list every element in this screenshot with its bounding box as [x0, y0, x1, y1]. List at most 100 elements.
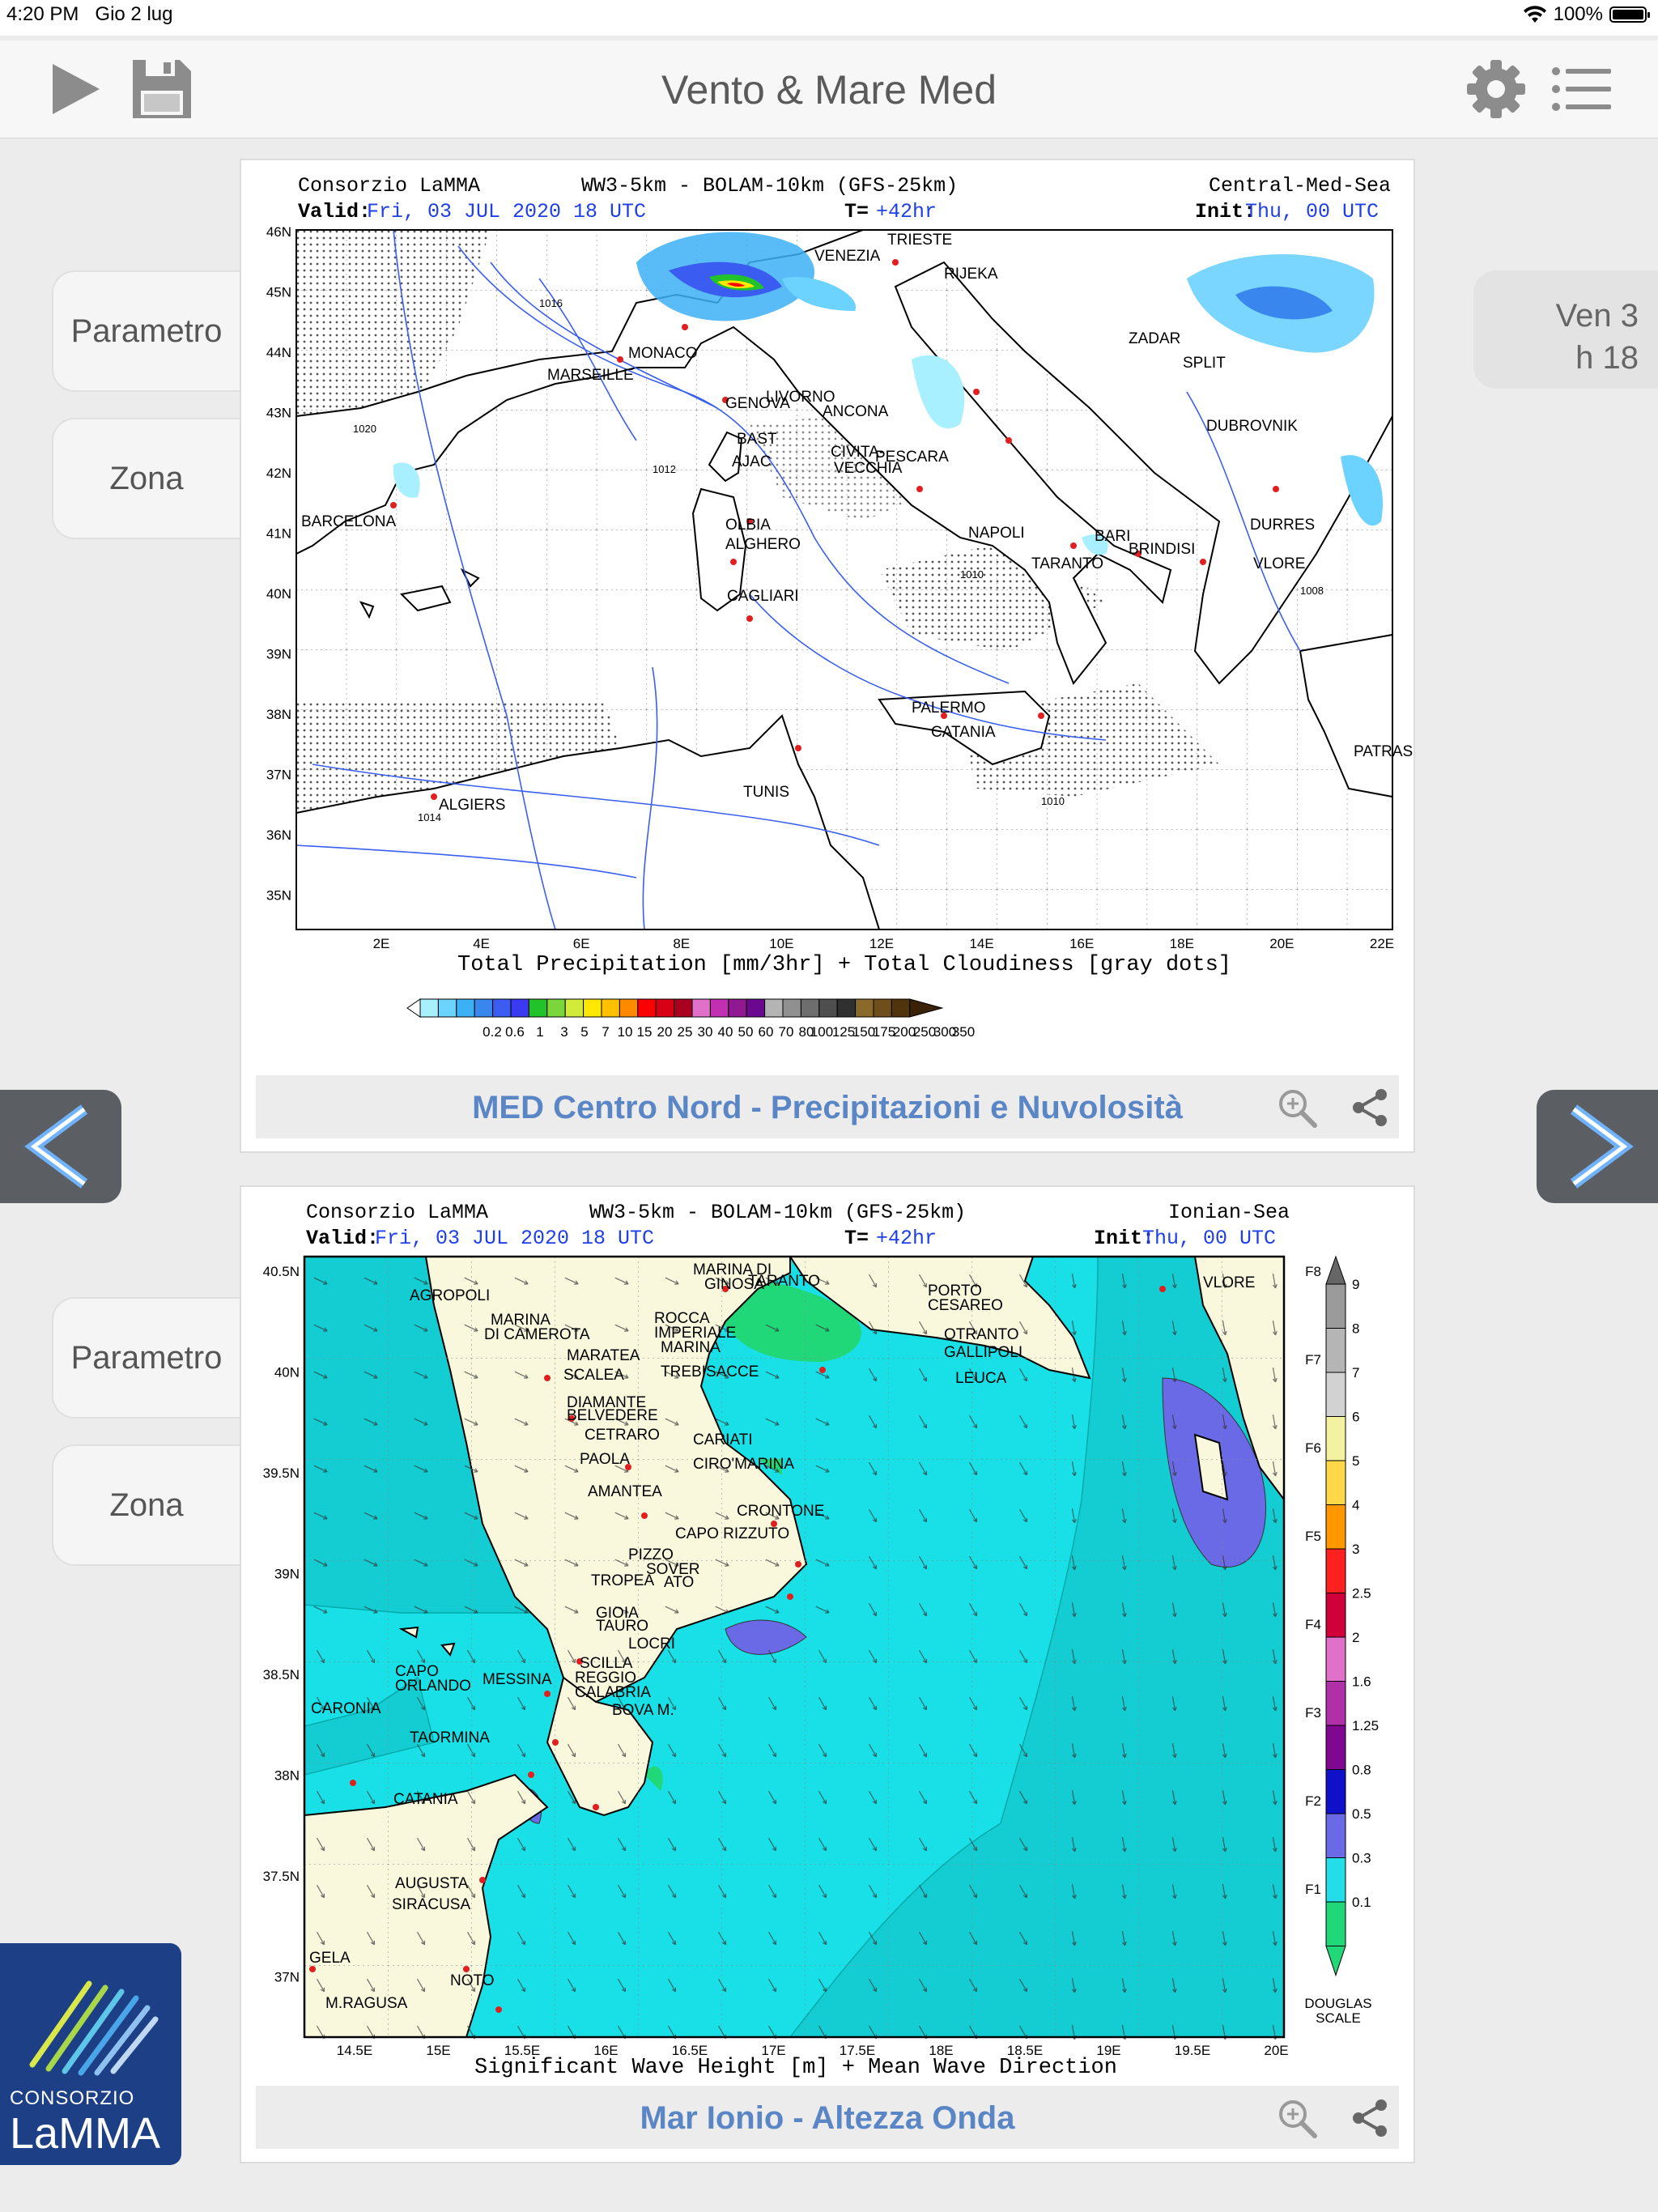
isobar-label: 1020	[353, 423, 376, 435]
colorbar-cell	[510, 998, 529, 1018]
colorbar-cell	[1325, 1328, 1346, 1373]
previous-button[interactable]	[0, 1090, 121, 1203]
time-selector[interactable]: Ven 3 h 18	[1473, 270, 1658, 389]
map-xlabel: Total Precipitation [mm/3hr] + Total Clo…	[457, 953, 1231, 977]
colorbar-value: 5	[1352, 1453, 1359, 1469]
place-label: PAOLA	[580, 1451, 630, 1468]
place-label: VLORE	[1203, 1274, 1255, 1291]
lon-tick: 18E	[1170, 936, 1194, 951]
colorbar-cell	[1325, 1548, 1346, 1593]
colorbar-cell	[782, 998, 801, 1018]
colorbar-label: 0.2	[483, 1024, 502, 1040]
lat-tick: 42N	[266, 466, 291, 481]
place-label: CIRO'MARINA	[693, 1456, 794, 1473]
wifi-icon	[1523, 6, 1546, 23]
gear-icon[interactable]	[1464, 57, 1528, 121]
panel-caption[interactable]: Mar Ionio - Altezza Onda	[256, 2086, 1399, 2149]
lat-tick: 43N	[266, 406, 291, 421]
colorbar-value: 7	[1352, 1365, 1359, 1380]
douglas-label: DOUGLAS	[1304, 1996, 1371, 2011]
panel-caption[interactable]: MED Centro Nord - Precipitazioni e Nuvol…	[256, 1075, 1399, 1138]
place-label: AJAC	[732, 453, 772, 470]
colorbar-label: 60	[759, 1024, 774, 1040]
lat-tick: 38N	[274, 1768, 300, 1784]
colorbar-cell	[528, 998, 548, 1018]
colorbar-label: 1	[536, 1024, 543, 1040]
zoom-icon[interactable]	[1276, 1087, 1318, 1129]
chevron-right-icon	[1570, 1104, 1634, 1189]
time-day: Ven 3	[1555, 298, 1639, 334]
share-icon[interactable]	[1349, 1087, 1391, 1129]
colorbar-label: 3	[560, 1024, 568, 1040]
lat-tick: 39N	[274, 1567, 300, 1582]
time-hour: h 18	[1575, 340, 1639, 376]
place-label: PATRAS	[1354, 743, 1413, 760]
map-model: WW3-5km - BOLAM-10km (GFS-25km)	[581, 174, 958, 198]
lon-tick: 6E	[573, 936, 590, 951]
colorbar-cap-top	[1325, 1255, 1346, 1285]
place-label: ALGIERS	[439, 797, 505, 814]
isobar-label: 1014	[418, 811, 441, 823]
caption-title: Mar Ionio - Altezza Onda	[640, 2100, 1015, 2136]
douglas-value: F2	[1305, 1793, 1321, 1809]
place-label: SIRACUSA	[392, 1896, 470, 1913]
place-label: CARONIA	[311, 1700, 381, 1717]
colorbar-value: 0.3	[1352, 1851, 1371, 1866]
colorbar-label: 5	[580, 1024, 588, 1040]
douglas-value: F8	[1305, 1264, 1321, 1279]
colorbar-value: 0.8	[1352, 1763, 1371, 1778]
share-icon[interactable]	[1349, 2097, 1391, 2139]
place-label: SCALEA	[563, 1367, 624, 1384]
place-label: MARATEA	[567, 1347, 640, 1364]
parameter-tab[interactable]: Parametro	[52, 1297, 240, 1419]
status-time: 4:20 PM Gio 2 lug	[6, 3, 173, 25]
valid-label: Valid:	[298, 200, 371, 223]
colorbar-cap-left	[406, 998, 421, 1018]
zoom-icon[interactable]	[1276, 2097, 1318, 2139]
colorbar-cell	[655, 998, 675, 1018]
lat-tick: 39.5N	[263, 1465, 300, 1481]
colorbar-cell	[1325, 1372, 1346, 1417]
lat-tick: 35N	[266, 888, 291, 904]
place-label: CETRARO	[585, 1427, 660, 1444]
lat-tick: 38.5N	[263, 1667, 300, 1682]
isobar-label: 1012	[653, 463, 676, 475]
place-label: GELA	[309, 1950, 351, 1967]
colorbar-cell	[1325, 1504, 1346, 1550]
colorbar-label: 350	[952, 1024, 975, 1040]
colorbar-value: 9	[1352, 1277, 1359, 1292]
logo-line2: LaMMA	[10, 2109, 161, 2158]
zone-tab[interactable]: Zona	[52, 418, 240, 539]
place-label: NAPOLI	[968, 525, 1025, 542]
t-value: +42hr	[876, 1227, 937, 1250]
colorbar-cell	[674, 998, 693, 1018]
parameter-tab[interactable]: Parametro	[52, 270, 240, 392]
place-label: VECCHIA	[834, 460, 903, 477]
t-label: T=	[844, 1227, 869, 1250]
place-label: ANCONA	[823, 403, 889, 420]
colorbar-cell	[691, 998, 711, 1018]
place-label: MARSEILLE	[547, 367, 634, 384]
valid-label: Valid:	[306, 1227, 379, 1250]
next-button[interactable]	[1537, 1090, 1658, 1203]
place-label: CAGLIARI	[727, 588, 799, 605]
place-label: ORLANDO	[395, 1678, 471, 1695]
place-label: VENEZIA	[814, 248, 881, 265]
place-label: M.RAGUSA	[325, 1995, 408, 2012]
place-label: MESSINA	[483, 1671, 552, 1688]
place-label: LOCRI	[628, 1636, 675, 1653]
lat-tick-labels: 46N 45N 44N 43N 42N 41N 40N 39N 38N 37N 36N 35N	[266, 224, 291, 904]
forecast-panel-waves: Consorzio LaMMA WW3-5km - BOLAM-10km (GF…	[240, 1185, 1415, 2163]
place-label: TAORMINA	[410, 1729, 490, 1746]
lat-tick: 37.5N	[263, 1869, 300, 1884]
colorbar-cell	[619, 998, 639, 1018]
zone-tab[interactable]: Zona	[52, 1444, 240, 1566]
lon-tick: 20E	[1269, 936, 1294, 951]
colorbar-cell	[746, 998, 766, 1018]
list-icon[interactable]	[1550, 57, 1614, 121]
douglas-value: F7	[1305, 1352, 1321, 1368]
battery-percent: 100%	[1553, 3, 1603, 25]
lon-tick: 19.5E	[1175, 2043, 1210, 2058]
place-label: AGROPOLI	[410, 1287, 490, 1304]
colorbar-cell	[818, 998, 838, 1018]
